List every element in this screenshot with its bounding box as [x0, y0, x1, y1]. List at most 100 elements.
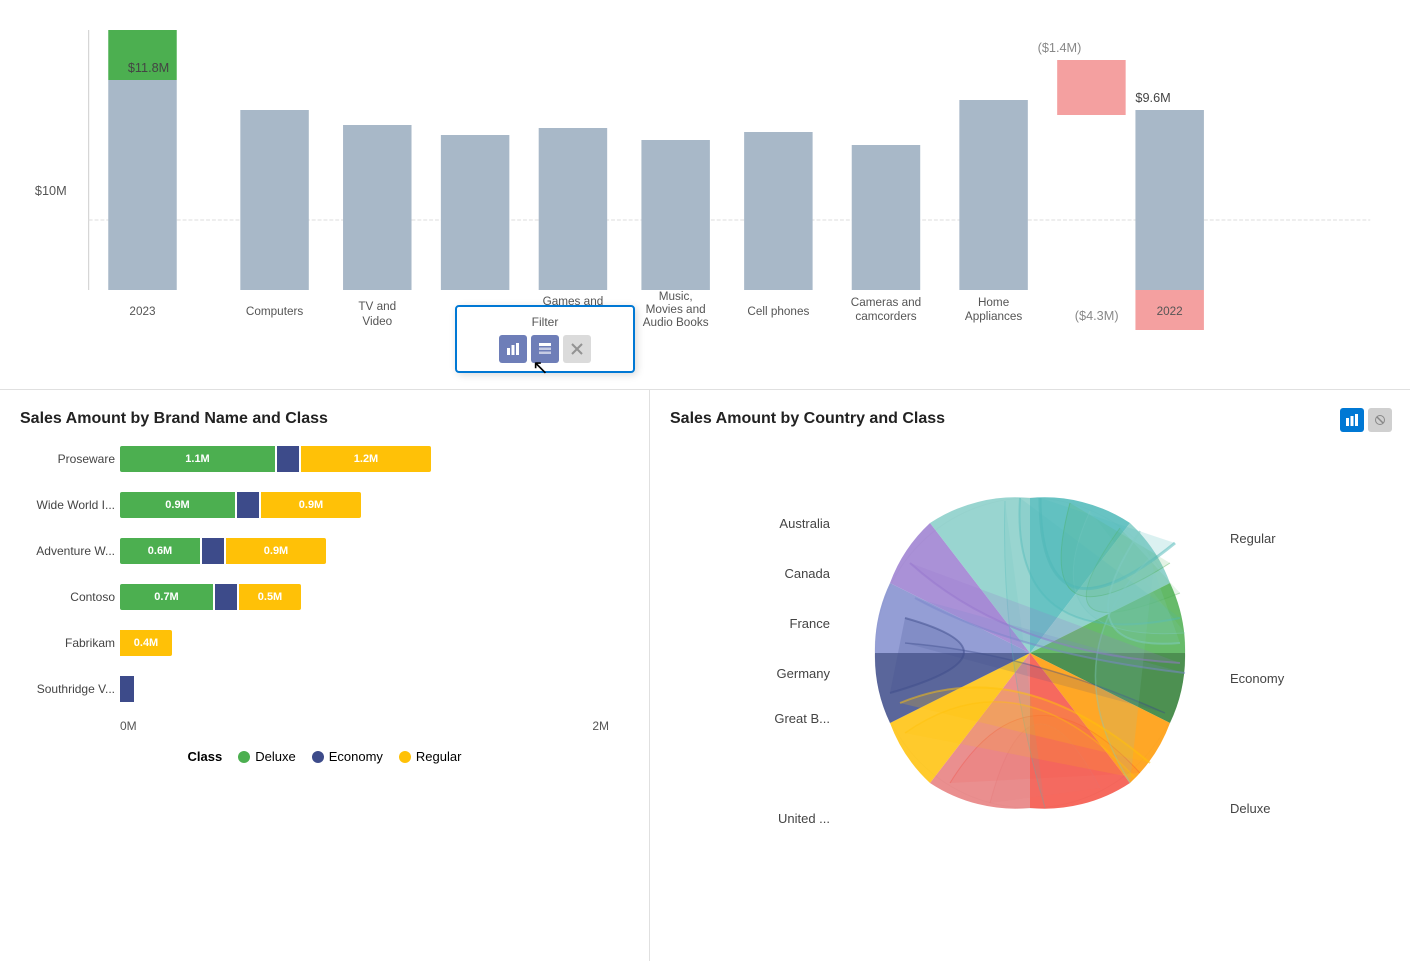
- right-chart-icon-button[interactable]: [1340, 408, 1364, 432]
- top-bar-chart: $10M $11.8M: [30, 20, 1380, 340]
- legend-class-label: Class: [188, 749, 223, 764]
- bar-chart-icon: [506, 342, 520, 356]
- filter-cancel-button[interactable]: [563, 335, 591, 363]
- annotation-118m: $11.8M: [128, 60, 169, 75]
- legend-deluxe: Deluxe: [238, 749, 295, 764]
- chord-chart-svg: Australia Canada France Germany Great B.…: [750, 443, 1310, 863]
- bar-proseware-regular: 1.2M: [301, 446, 431, 472]
- xlabel-tv-video: TV and: [358, 299, 396, 313]
- legend-label-economy: Economy: [329, 749, 383, 764]
- xlabel-computers: Computers: [246, 304, 303, 318]
- brand-label-wideworld: Wide World I...: [15, 498, 115, 512]
- bar-fabrikam-regular: 0.4M: [120, 630, 172, 656]
- brand-bars-contoso: 0.7M 0.5M: [120, 584, 301, 610]
- xlabel-2022: 2022: [1157, 304, 1183, 318]
- country-label-canada: Canada: [784, 566, 830, 581]
- country-label-australia: Australia: [779, 516, 830, 531]
- legend-dot-regular: [399, 751, 411, 763]
- brand-bars-wideworld: 0.9M 0.9M: [120, 492, 361, 518]
- filter-popup-buttons: [499, 335, 591, 363]
- bar-proseware-economy: [277, 446, 299, 472]
- brand-chart: Proseware 1.1M 1.2M Wide World I... 0.9M…: [20, 443, 629, 705]
- bar-southridge-economy: [120, 676, 134, 702]
- bar-contoso-economy: [215, 584, 237, 610]
- brand-bars-fabrikam: 0.4M: [120, 630, 172, 656]
- bar-wideworld-deluxe: 0.9M: [120, 492, 235, 518]
- bar-audio: [441, 135, 509, 290]
- bar-cameras: [852, 145, 920, 290]
- cancel-icon: [570, 342, 584, 356]
- bar-2023-gray: [108, 80, 176, 290]
- xlabel-home: Home: [978, 295, 1010, 309]
- legend-dot-deluxe: [238, 751, 250, 763]
- brand-label-contoso: Contoso: [15, 590, 115, 604]
- country-label-france: France: [790, 616, 830, 631]
- right-chart-title: Sales Amount by Country and Class: [670, 410, 1390, 428]
- bar-negative-1: [1057, 60, 1125, 115]
- xlabel-cell: Cell phones: [747, 304, 809, 318]
- bar-contoso-regular: 0.5M: [239, 584, 301, 610]
- country-label-greatb: Great B...: [774, 711, 830, 726]
- filter-popup-title: Filter: [532, 315, 559, 329]
- filter-popup: Filter: [455, 305, 635, 373]
- country-label-germany: Germany: [777, 666, 831, 681]
- brand-row-adventure: Adventure W... 0.6M 0.9M: [120, 535, 609, 567]
- bar-adventure-economy: [202, 538, 224, 564]
- bar-2022-gray: [1135, 110, 1203, 290]
- filter-table-button[interactable]: [531, 335, 559, 363]
- country-label-united: United ...: [778, 811, 830, 826]
- legend-dot-economy: [312, 751, 324, 763]
- y-axis-label: $10M: [35, 183, 67, 198]
- brand-row-proseware: Proseware 1.1M 1.2M: [120, 443, 609, 475]
- brand-row-wideworld: Wide World I... 0.9M 0.9M: [120, 489, 609, 521]
- brand-label-proseware: Proseware: [15, 452, 115, 466]
- legend-regular: Regular: [399, 749, 462, 764]
- bar-adventure-regular: 0.9M: [226, 538, 326, 564]
- annotation-14m: ($1.4M): [1038, 40, 1082, 55]
- brand-row-fabrikam: Fabrikam 0.4M: [120, 627, 609, 659]
- xlabel-audio-books: Audio Books: [643, 315, 709, 329]
- bar-cell-phones: [744, 132, 812, 290]
- brand-chart-legend: Class Deluxe Economy Regular: [20, 749, 629, 764]
- left-chart-title: Sales Amount by Brand Name and Class: [20, 410, 629, 428]
- bar-contoso-deluxe: 0.7M: [120, 584, 213, 610]
- bar-music-movies: [641, 140, 709, 290]
- brand-label-adventure: Adventure W...: [15, 544, 115, 558]
- class-label-deluxe: Deluxe: [1230, 801, 1270, 816]
- bar-games-toys: [539, 128, 607, 290]
- legend-label-regular: Regular: [416, 749, 462, 764]
- chart-type-icon: [1346, 414, 1358, 426]
- class-label-regular: Regular: [1230, 531, 1276, 546]
- chord-chart-wrapper: Australia Canada France Germany Great B.…: [670, 443, 1390, 863]
- xlabel-tv-video2: Video: [362, 314, 392, 328]
- xlabel-camcorders: camcorders: [855, 309, 916, 323]
- brand-row-southridge: Southridge V...: [120, 673, 609, 705]
- brand-row-contoso: Contoso 0.7M 0.5M: [120, 581, 609, 613]
- bar-tv-video: [343, 125, 411, 290]
- filter-bar-chart-button[interactable]: [499, 335, 527, 363]
- xlabel-cameras: Cameras and: [851, 295, 921, 309]
- left-chart-panel: Sales Amount by Brand Name and Class Pro…: [0, 390, 650, 961]
- class-label-economy: Economy: [1230, 671, 1285, 686]
- bar-computers: [240, 110, 308, 290]
- table-icon: [538, 342, 552, 356]
- bar-home-appliances: [959, 100, 1027, 290]
- xlabel-appliances: Appliances: [965, 309, 1022, 323]
- bar-adventure-deluxe: 0.6M: [120, 538, 200, 564]
- x-axis-2m: 2M: [592, 719, 609, 733]
- annotation-43m: ($4.3M): [1075, 308, 1119, 323]
- brand-chart-x-axis: 0M 2M: [20, 719, 629, 733]
- right-cancel-icon: [1375, 415, 1385, 425]
- bar-wideworld-economy: [237, 492, 259, 518]
- right-panel-icons: [1340, 408, 1392, 432]
- main-container: $10M $11.8M: [0, 0, 1410, 961]
- legend-economy: Economy: [312, 749, 383, 764]
- brand-bars-proseware: 1.1M 1.2M: [120, 446, 431, 472]
- right-chart-cancel-button[interactable]: [1368, 408, 1392, 432]
- xlabel-2023: 2023: [129, 304, 155, 318]
- bar-proseware-deluxe: 1.1M: [120, 446, 275, 472]
- x-axis-0m: 0M: [120, 719, 137, 733]
- brand-bars-southridge: [120, 676, 134, 702]
- brand-label-fabrikam: Fabrikam: [15, 636, 115, 650]
- brand-bars-adventure: 0.6M 0.9M: [120, 538, 326, 564]
